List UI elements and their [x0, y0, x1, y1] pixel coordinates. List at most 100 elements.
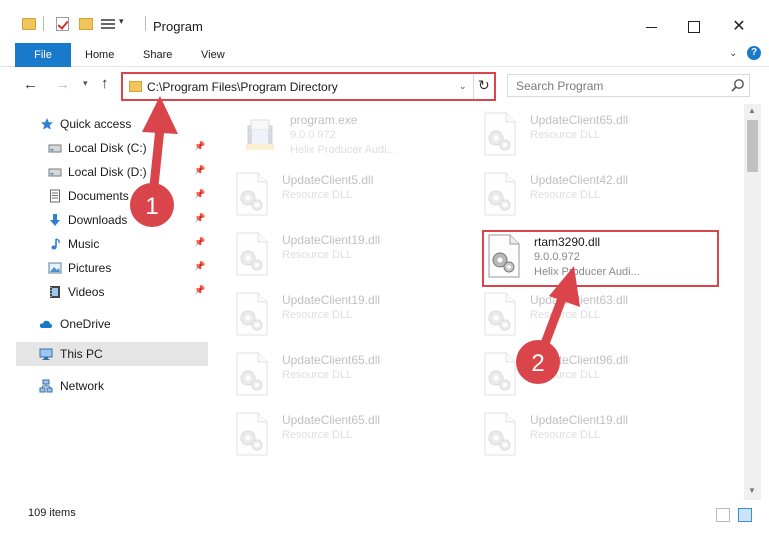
scroll-down-icon[interactable]: ▼: [748, 486, 756, 495]
file-item[interactable]: UpdateClient65.dll Resource DLL: [482, 110, 692, 168]
file-list: program.exe 9.0.0.972 Helix Producer Audi.…: [210, 104, 744, 500]
up-arrow-icon[interactable]: ↑: [101, 75, 109, 92]
sidebar-item-local-disk-c[interactable]: Local Disk (C:) 📌: [0, 136, 208, 160]
file-item[interactable]: UpdateClient65.dll Resource DLL: [234, 350, 444, 408]
file-item[interactable]: UpdateClient19.dll Resource DLL: [482, 410, 692, 468]
pin-icon[interactable]: 📌: [194, 237, 205, 248]
maximize-button[interactable]: [670, 14, 716, 40]
sidebar-item-label: Music: [68, 237, 100, 251]
navigation-pane: Quick access Local Disk (C:) 📌 Local Disk (…: [0, 104, 210, 500]
file-version: 9.0.0.972: [534, 251, 580, 263]
search-icon[interactable]: [730, 78, 746, 94]
file-description: Helix Producer Audi...: [290, 144, 396, 156]
pin-icon[interactable]: 📌: [194, 261, 205, 272]
help-icon[interactable]: ?: [747, 46, 761, 60]
minimize-button[interactable]: [628, 14, 674, 40]
pin-icon[interactable]: 📌: [194, 165, 205, 176]
dll-file-icon: [482, 352, 518, 396]
file-item[interactable]: UpdateClient65.dll Resource DLL: [234, 410, 444, 468]
sidebar-item-label: Documents: [68, 189, 129, 203]
address-row: ← → ▾ ↑ C:\Program Files\Program Directo…: [0, 68, 769, 104]
tab-home[interactable]: Home: [85, 43, 114, 67]
search-input[interactable]: Search Program: [507, 74, 750, 97]
file-item[interactable]: UpdateClient19.dll Resource DLL: [234, 230, 444, 288]
address-history-chevron-icon[interactable]: ⌄: [459, 81, 467, 92]
sidebar-item-local-disk-d[interactable]: Local Disk (D:) 📌: [0, 160, 208, 184]
file-version: Resource DLL: [530, 309, 601, 321]
sidebar-item-downloads[interactable]: Downloads 📌: [0, 208, 208, 232]
sidebar-item-onedrive[interactable]: OneDrive: [0, 312, 208, 336]
dll-file-icon: [234, 292, 270, 336]
file-version: Resource DLL: [282, 429, 353, 441]
title-bar: ▾ Program ✕: [0, 0, 769, 40]
item-count: 109 items: [28, 507, 76, 519]
file-item[interactable]: UpdateClient42.dll Resource DLL: [482, 170, 692, 228]
sidebar-item-quick-access[interactable]: Quick access: [0, 112, 208, 136]
close-button[interactable]: ✕: [716, 14, 762, 40]
customize-toolbar-chevron-icon[interactable]: ▾: [119, 16, 124, 27]
file-item[interactable]: UpdateClient5.dll Resource DLL: [234, 170, 444, 228]
file-version: Resource DLL: [282, 369, 353, 381]
sidebar-item-label: Local Disk (D:): [68, 165, 147, 179]
refresh-icon[interactable]: ↻: [478, 77, 490, 94]
dll-file-icon: [482, 412, 518, 456]
search-placeholder: Search Program: [516, 79, 604, 93]
dll-file-icon: [234, 232, 270, 276]
pin-icon[interactable]: 📌: [194, 141, 205, 152]
file-item[interactable]: UpdateClient63.dll Resource DLL: [482, 290, 692, 348]
file-version: Resource DLL: [530, 369, 601, 381]
scrollbar-thumb[interactable]: [747, 120, 758, 172]
folder-icon[interactable]: [22, 18, 36, 30]
sidebar-item-label: Downloads: [68, 213, 128, 227]
sidebar-item-pictures[interactable]: Pictures 📌: [0, 256, 208, 280]
file-version: Resource DLL: [530, 189, 601, 201]
address-divider: [473, 74, 474, 99]
network-icon: [39, 379, 53, 393]
sidebar-item-documents[interactable]: Documents 📌: [0, 184, 208, 208]
window-title: Program: [153, 19, 203, 34]
pin-icon[interactable]: 📌: [194, 213, 205, 224]
file-name: UpdateClient96.dll: [530, 353, 629, 367]
dll-file-icon: [234, 172, 270, 216]
ribbon: File Home Share View ⌄ ?: [0, 40, 769, 67]
recent-locations-chevron-icon[interactable]: ▾: [83, 78, 88, 89]
dll-file-icon: [482, 112, 518, 156]
sidebar-item-videos[interactable]: Videos 📌: [0, 280, 208, 304]
sidebar-item-network[interactable]: Network: [0, 374, 208, 398]
address-bar[interactable]: C:\Program Files\Program Directory ⌄ ↻: [121, 72, 496, 101]
file-version: Resource DLL: [282, 189, 353, 201]
new-folder-icon[interactable]: [79, 18, 93, 30]
vertical-scrollbar[interactable]: ▲ ▼: [744, 104, 761, 500]
expand-ribbon-chevron-icon[interactable]: ⌄: [729, 48, 737, 59]
properties-icon[interactable]: [101, 17, 115, 31]
file-item[interactable]: UpdateClient19.dll Resource DLL: [234, 290, 444, 348]
file-version: Resource DLL: [530, 129, 601, 141]
dll-file-icon: [482, 292, 518, 336]
forward-arrow-icon[interactable]: →: [55, 76, 70, 93]
file-item[interactable]: program.exe 9.0.0.972 Helix Producer Audi.…: [242, 110, 452, 168]
file-version: Resource DLL: [530, 429, 601, 441]
tab-view[interactable]: View: [201, 43, 225, 67]
tab-file[interactable]: File: [15, 43, 71, 67]
downloads-icon: [48, 213, 62, 227]
back-arrow-icon[interactable]: ←: [23, 76, 38, 93]
address-path[interactable]: C:\Program Files\Program Directory: [147, 80, 338, 94]
details-view-icon[interactable]: [716, 508, 730, 522]
sidebar-item-music[interactable]: Music 📌: [0, 232, 208, 256]
file-description: Helix Producer Audi...: [534, 266, 640, 278]
file-item[interactable]: UpdateClient96.dll Resource DLL: [482, 350, 692, 408]
scroll-up-icon[interactable]: ▲: [748, 106, 756, 115]
file-version: Resource DLL: [282, 249, 353, 261]
pin-icon[interactable]: 📌: [194, 285, 205, 296]
sidebar-item-label: This PC: [60, 347, 103, 361]
file-item-highlighted[interactable]: rtam3290.dll 9.0.0.972 Helix Producer Audi…: [486, 232, 696, 290]
file-name: UpdateClient19.dll: [282, 233, 381, 247]
large-icons-view-icon[interactable]: [738, 508, 752, 522]
dll-file-icon: [234, 412, 270, 456]
properties-check-icon[interactable]: [56, 17, 69, 31]
pin-icon[interactable]: 📌: [194, 189, 205, 200]
sidebar-item-label: Quick access: [60, 117, 132, 131]
tab-share[interactable]: Share: [143, 43, 172, 67]
drive-icon: [48, 165, 62, 179]
sidebar-item-this-pc[interactable]: This PC: [16, 342, 208, 366]
